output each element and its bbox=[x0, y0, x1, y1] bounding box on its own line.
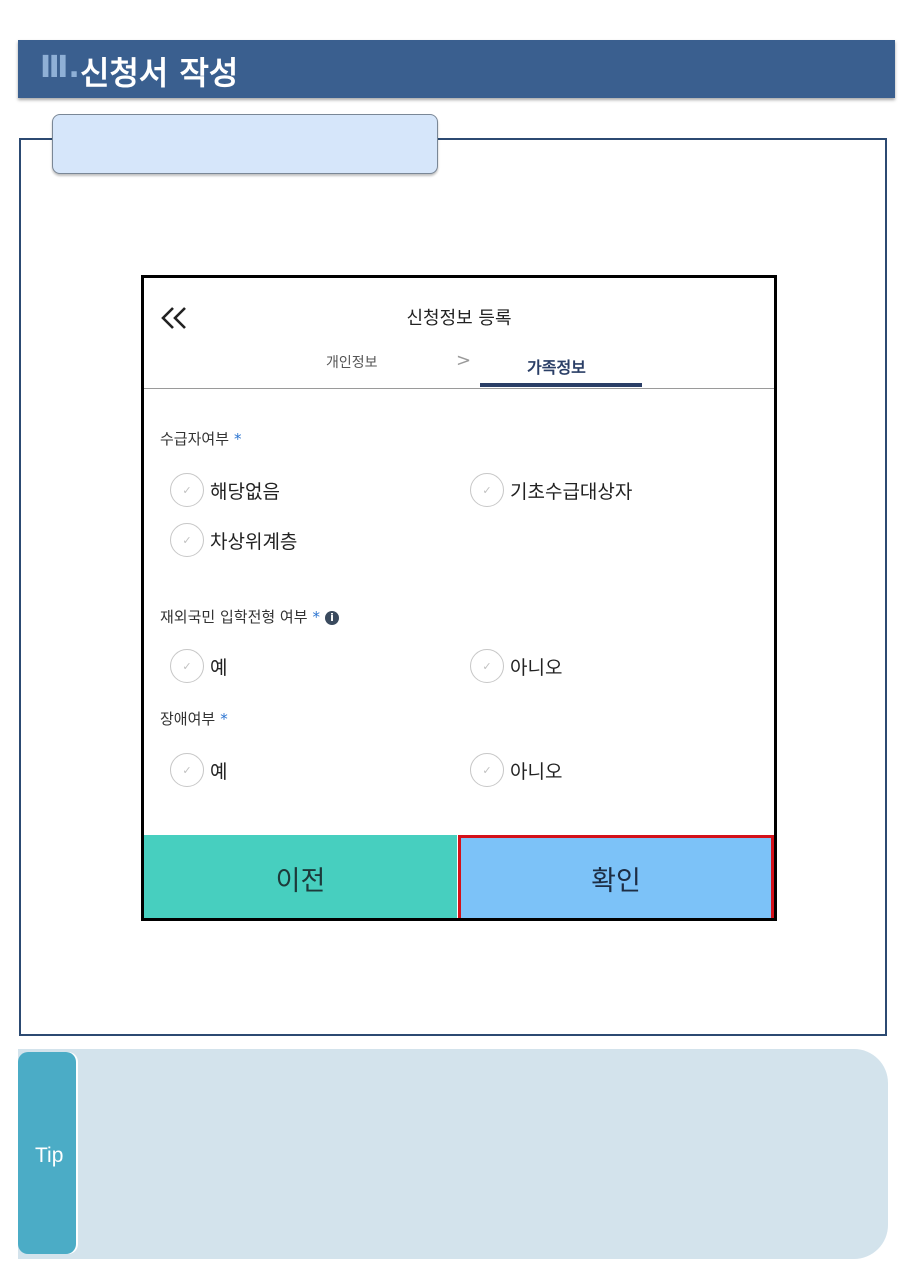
option-label: 해당없음 bbox=[210, 480, 280, 503]
prev-button[interactable]: 이전 bbox=[144, 835, 457, 918]
radio-option-overseas-yes[interactable]: ✓ 예 bbox=[170, 648, 227, 684]
recipient-label-text: 수급자여부 bbox=[160, 430, 230, 448]
radio-option-none[interactable]: ✓ 해당없음 bbox=[170, 472, 280, 508]
option-label: 차상위계층 bbox=[210, 530, 298, 553]
required-mark: * bbox=[234, 430, 242, 448]
section-title: 신청서 작성 bbox=[80, 54, 239, 92]
disability-section-label: 장애여부 * bbox=[160, 708, 228, 729]
option-label: 예 bbox=[210, 656, 228, 679]
phone-screen: 신청정보 등록 개인정보 > 가족정보 수급자여부 * ✓ 해당없음 ✓ 기초수급… bbox=[141, 275, 777, 921]
active-tab-indicator bbox=[480, 383, 642, 387]
info-icon[interactable]: i bbox=[325, 611, 340, 625]
radio-check-icon[interactable]: ✓ bbox=[170, 473, 204, 507]
option-label: 기초수급대상자 bbox=[510, 480, 633, 503]
radio-option-disability-yes[interactable]: ✓ 예 bbox=[170, 752, 227, 788]
frame-tab-label bbox=[52, 114, 438, 174]
radio-check-icon[interactable]: ✓ bbox=[470, 473, 504, 507]
overseas-label-text: 재외국민 입학전형 여부 bbox=[160, 608, 308, 626]
radio-check-icon[interactable]: ✓ bbox=[470, 649, 504, 683]
screen-title: 신청정보 등록 bbox=[406, 308, 512, 329]
tip-label: Tip bbox=[35, 1144, 64, 1167]
required-mark: * bbox=[220, 710, 228, 728]
section-number: Ⅲ. bbox=[40, 50, 80, 85]
chevron-right-icon: > bbox=[456, 350, 472, 371]
option-label: 아니오 bbox=[510, 760, 563, 783]
radio-check-icon[interactable]: ✓ bbox=[470, 753, 504, 787]
tip-box bbox=[18, 1049, 888, 1259]
radio-option-basic-recipient[interactable]: ✓ 기초수급대상자 bbox=[470, 472, 632, 508]
step-tabs: 개인정보 > 가족정보 bbox=[144, 344, 774, 389]
tab-personal-info[interactable]: 개인정보 bbox=[326, 352, 378, 372]
required-mark: * bbox=[312, 608, 321, 626]
overseas-section-label: 재외국민 입학전형 여부 * i bbox=[160, 606, 340, 627]
radio-option-near-poverty[interactable]: ✓ 차상위계층 bbox=[170, 522, 297, 558]
option-label: 아니오 bbox=[510, 656, 563, 679]
tab-family-info[interactable]: 가족정보 bbox=[527, 354, 586, 378]
section-header: Ⅲ. 신청서 작성 bbox=[18, 40, 895, 98]
radio-option-disability-no[interactable]: ✓ 아니오 bbox=[470, 752, 562, 788]
radio-check-icon[interactable]: ✓ bbox=[170, 523, 204, 557]
confirm-button[interactable]: 확인 bbox=[458, 835, 774, 918]
recipient-section-label: 수급자여부 * bbox=[160, 428, 242, 449]
radio-check-icon[interactable]: ✓ bbox=[170, 753, 204, 787]
radio-check-icon[interactable]: ✓ bbox=[170, 649, 204, 683]
disability-label-text: 장애여부 bbox=[160, 710, 216, 728]
option-label: 예 bbox=[210, 760, 228, 783]
radio-option-overseas-no[interactable]: ✓ 아니오 bbox=[470, 648, 562, 684]
